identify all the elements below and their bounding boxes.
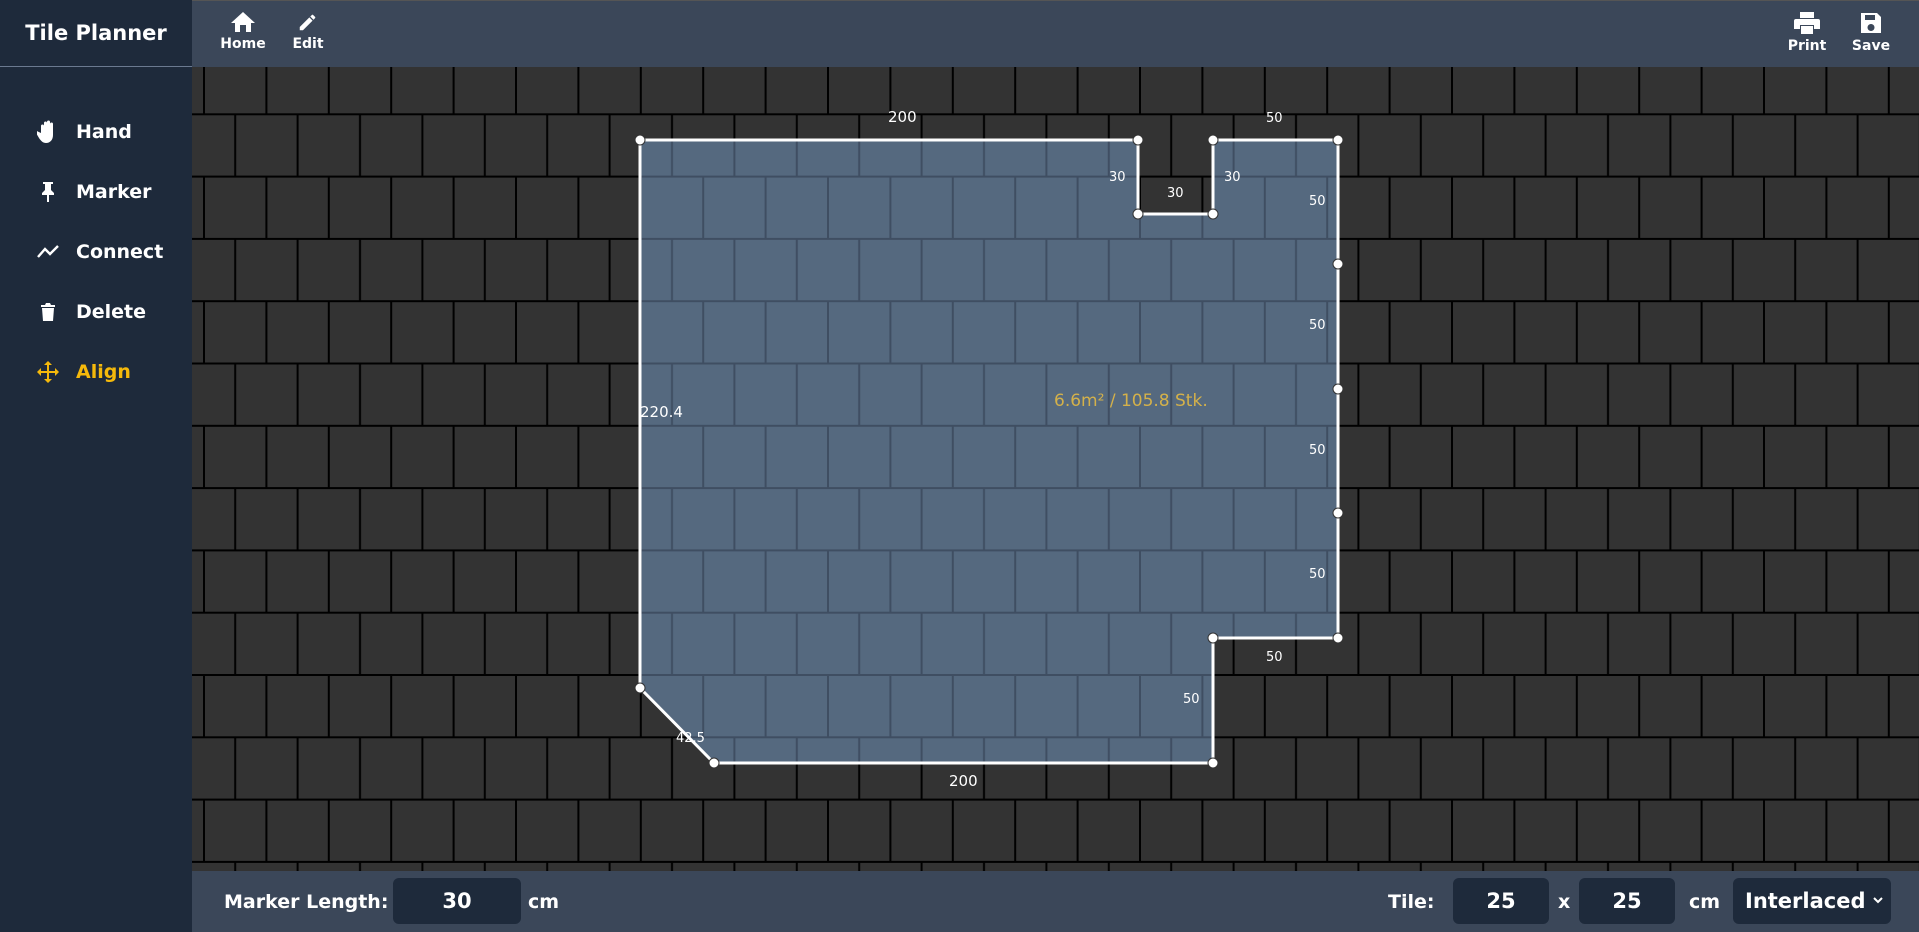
printer-icon [1794,12,1820,34]
dimension-label: 30 [1109,170,1126,185]
planner-canvas[interactable]: 200 30 30 30 50 50 50 50 50 50 50 200 42… [192,67,1919,871]
hand-icon [36,120,60,144]
trash-icon [36,300,60,324]
tool-delete-label: Delete [76,301,147,323]
save-button[interactable]: Save [1841,11,1901,54]
dimension-label: 200 [949,772,978,790]
marker-length-input[interactable] [393,878,521,924]
pin-icon [36,180,60,204]
dimension-label: 42.5 [676,731,705,746]
home-label: Home [220,36,266,52]
tool-connect[interactable]: Connect [0,222,192,282]
dimension-label: 50 [1266,111,1283,126]
app-title: Tile Planner [0,0,192,67]
marker-length-label: Marker Length: [224,890,389,913]
tool-hand-label: Hand [76,121,132,143]
vertex-handle[interactable] [1332,383,1344,395]
vertex-handle[interactable] [634,682,646,694]
pattern-select-value: Interlaced [1745,889,1866,913]
vertex-handle[interactable] [1207,134,1219,146]
vertex-handle[interactable] [634,134,646,146]
tool-align[interactable]: Align [0,342,192,402]
sidebar: Tile Planner Hand Marker Connect Delete [0,0,192,932]
tool-align-label: Align [76,361,131,383]
dimension-label: 50 [1309,194,1326,209]
line-chart-icon [36,240,60,264]
floppy-disk-icon [1861,13,1881,33]
tool-marker-label: Marker [76,181,152,203]
dimension-label: 30 [1224,170,1241,185]
vertex-handle[interactable] [1332,507,1344,519]
tile-x-separator: x [1558,890,1571,913]
vertex-handle[interactable] [1132,134,1144,146]
tile-unit-label: cm [1689,890,1721,913]
dimension-label: 50 [1183,692,1200,707]
tile-label: Tile: [1388,890,1435,913]
top-toolbar: Home Edit Print Save [192,0,1919,67]
vertex-handle[interactable] [1207,757,1219,769]
dimension-label: 30 [1167,186,1184,201]
dimension-label: 50 [1309,443,1326,458]
move-arrows-icon [36,360,60,384]
dimension-label: 200 [888,108,917,126]
marker-unit-label: cm [528,890,560,913]
home-icon [231,12,255,32]
bottom-toolbar: Marker Length: cm Tile: x cm Interlaced [192,871,1919,932]
dimension-label: 50 [1266,650,1283,665]
tool-connect-label: Connect [76,241,164,263]
vertex-handle[interactable] [1207,208,1219,220]
tool-delete[interactable]: Delete [0,282,192,342]
tool-list: Hand Marker Connect Delete Align [0,102,192,402]
vertex-handle[interactable] [708,757,720,769]
vertex-handle[interactable] [1332,258,1344,270]
edit-button[interactable]: Edit [278,11,338,52]
print-label: Print [1787,38,1827,54]
print-button[interactable]: Print [1777,11,1837,54]
dimension-label: 220.4 [640,403,683,421]
chevron-down-icon [1873,897,1883,904]
save-label: Save [1851,38,1891,54]
pencil-icon [299,14,316,31]
dimension-label: 50 [1309,567,1326,582]
area-label: 6.6m² / 105.8 Stk. [1054,391,1208,411]
dimension-label: 50 [1309,318,1326,333]
vertex-handle[interactable] [1332,632,1344,644]
pattern-select[interactable]: Interlaced [1733,878,1891,924]
tile-height-input[interactable] [1579,878,1675,924]
tool-marker[interactable]: Marker [0,162,192,222]
home-button[interactable]: Home [213,11,273,52]
tool-hand[interactable]: Hand [0,102,192,162]
edit-label: Edit [292,36,324,52]
vertex-handle[interactable] [1207,632,1219,644]
tile-width-input[interactable] [1453,878,1549,924]
vertex-handle[interactable] [1332,134,1344,146]
vertex-handle[interactable] [1132,208,1144,220]
